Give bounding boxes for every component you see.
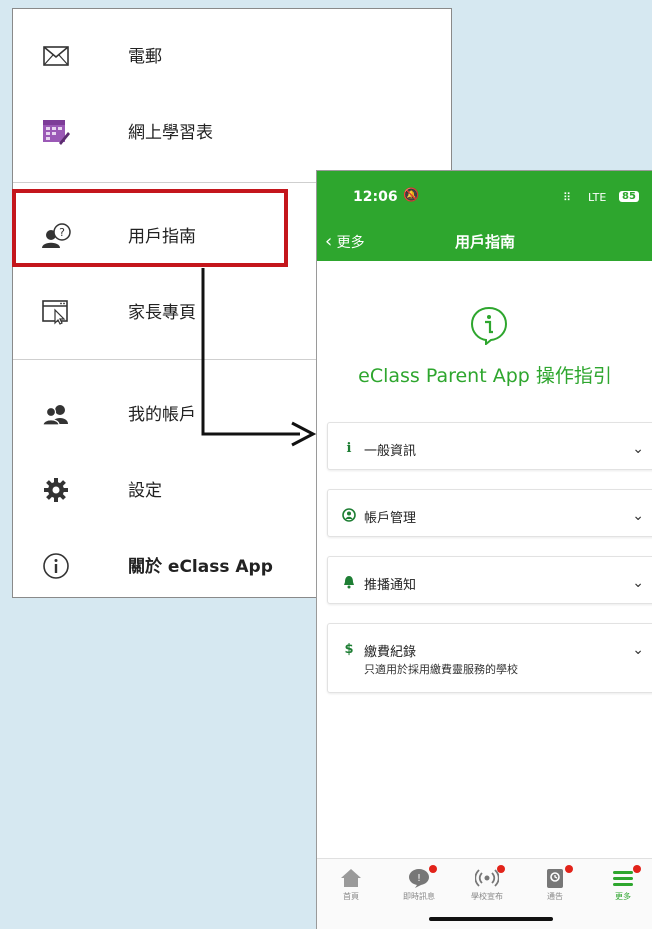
connector-arrow [201, 268, 317, 447]
